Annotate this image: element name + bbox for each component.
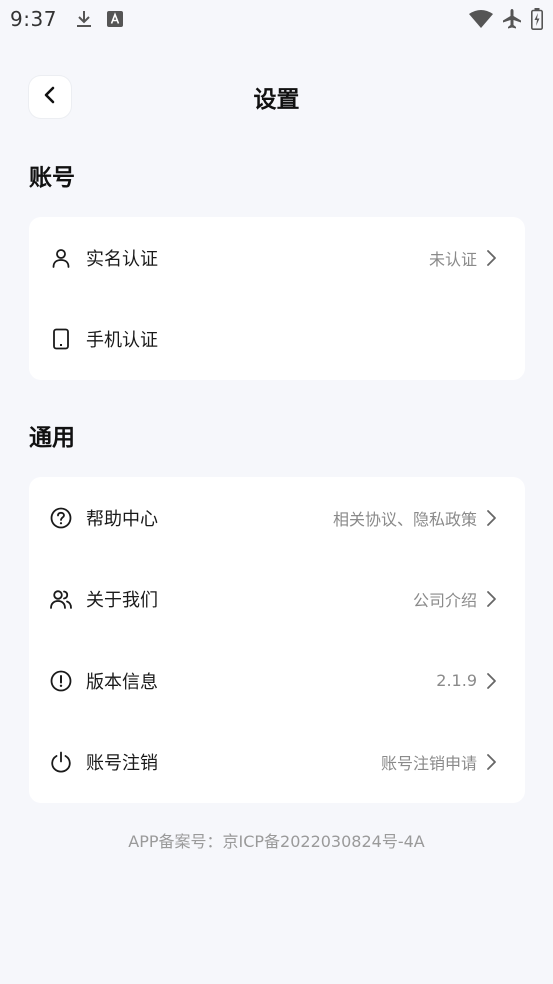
chevron-left-icon xyxy=(41,86,59,108)
list-item-value: 未认证 xyxy=(428,249,477,269)
help-circle-icon xyxy=(49,506,73,530)
page-title: 设置 xyxy=(253,87,300,113)
status-right-icons xyxy=(469,8,543,30)
airplane-icon xyxy=(501,8,523,30)
general-card: 帮助中心 相关协议、隐私政策 关于我们 公司介绍 版本信息 2.1.9 账号注销… xyxy=(29,477,525,803)
account-card: 实名认证 未认证 手机认证 xyxy=(29,217,525,380)
list-item-help-center[interactable]: 帮助中心 相关协议、隐私政策 xyxy=(29,477,525,559)
phone-icon xyxy=(49,327,73,351)
font-a-icon xyxy=(106,11,123,27)
chevron-right-icon xyxy=(483,591,499,608)
header: 设置 xyxy=(0,76,553,118)
list-item-real-name[interactable]: 实名认证 未认证 xyxy=(29,217,525,299)
list-item-account-deletion[interactable]: 账号注销 账号注销申请 xyxy=(29,722,525,804)
settings-screen: 9:37 设置 账号 实名认证 未认证 手机认证 通用 帮助中心 相关协议、隐私… xyxy=(0,0,553,984)
user-icon xyxy=(49,246,73,270)
list-item-label: 帮助中心 xyxy=(86,508,158,530)
chevron-right-icon xyxy=(483,672,499,689)
list-item-right: 账号注销申请 xyxy=(381,750,499,774)
list-item-right: 2.1.9 xyxy=(436,671,499,690)
list-item-value: 公司介绍 xyxy=(412,591,477,611)
section-title-general: 通用 xyxy=(29,425,75,451)
icp-record-text: APP备案号：京ICP备2022030824号-4A xyxy=(128,832,425,851)
list-item-right: 公司介绍 xyxy=(413,587,499,611)
alert-circle-icon xyxy=(49,669,73,693)
battery-icon xyxy=(531,8,543,30)
chevron-right-icon xyxy=(483,509,499,526)
list-item-right: 未认证 xyxy=(429,246,499,270)
power-icon xyxy=(49,750,73,774)
wifi-icon xyxy=(469,10,493,28)
chevron-right-icon xyxy=(483,249,499,266)
list-item-about-us[interactable]: 关于我们 公司介绍 xyxy=(29,559,525,641)
status-time: 9:37 xyxy=(10,7,57,31)
list-item-label: 版本信息 xyxy=(86,671,158,693)
list-item-label: 实名认证 xyxy=(86,248,158,270)
section-title-account: 账号 xyxy=(29,165,75,191)
list-item-label: 手机认证 xyxy=(86,330,158,352)
users-icon xyxy=(49,587,73,611)
list-item-right: 相关协议、隐私政策 xyxy=(333,506,499,530)
download-icon xyxy=(75,9,93,29)
back-button[interactable] xyxy=(29,76,71,118)
list-item-value: 账号注销申请 xyxy=(380,754,477,774)
list-item-version[interactable]: 版本信息 2.1.9 xyxy=(29,640,525,722)
status-bar: 9:37 xyxy=(0,0,553,38)
status-left-icons xyxy=(75,9,123,29)
list-item-value: 相关协议、隐私政策 xyxy=(332,509,477,529)
list-item-label: 账号注销 xyxy=(86,753,158,775)
list-item-label: 关于我们 xyxy=(86,590,158,612)
list-item-value: 2.1.9 xyxy=(436,671,477,691)
list-item-phone[interactable]: 手机认证 xyxy=(29,299,525,381)
chevron-right-icon xyxy=(483,754,499,771)
